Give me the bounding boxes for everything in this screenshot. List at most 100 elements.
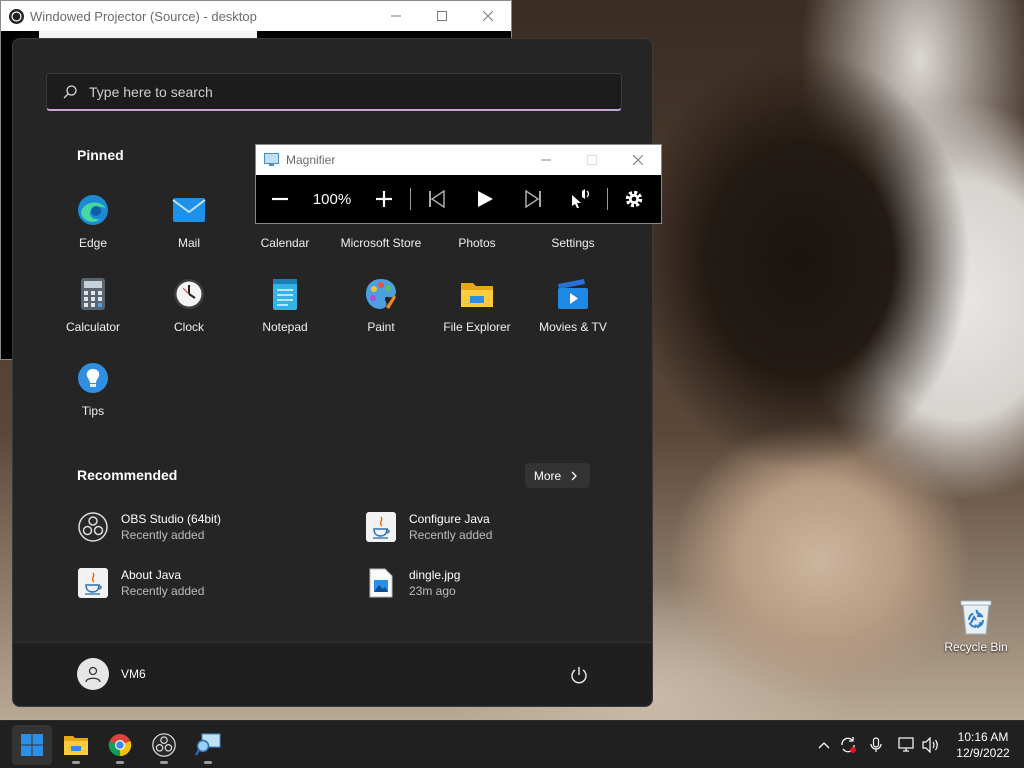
pinned-app-label: File Explorer: [443, 320, 511, 334]
taskbar-obs[interactable]: [144, 725, 184, 765]
maximize-icon: [437, 11, 447, 21]
recommended-subtext: Recently added: [121, 528, 205, 542]
recycle-bin-label: Recycle Bin: [944, 640, 1008, 654]
read-aloud-icon: [572, 189, 590, 208]
movies-icon: [556, 277, 590, 311]
power-icon: [571, 667, 587, 684]
recommended-item-obs[interactable]: OBS Studio (64bit) Recently added: [77, 511, 221, 543]
recycle-bin-shortcut[interactable]: Recycle Bin: [940, 596, 1012, 654]
running-indicator: [72, 761, 80, 764]
search-icon: [63, 84, 77, 98]
pinned-app-label: Tips: [81, 404, 105, 418]
sync-icon: [841, 737, 856, 753]
magnifier-maximize-button[interactable]: [569, 145, 615, 175]
clock-time: 10:16 AM: [957, 730, 1009, 744]
folder-icon: [460, 277, 494, 311]
chevron-up-icon: [818, 742, 830, 749]
zoom-level: 100%: [312, 190, 352, 208]
magnifier-window[interactable]: Magnifier 100%: [255, 144, 662, 224]
recommended-name: dingle.jpg: [409, 568, 461, 582]
start-button[interactable]: [12, 725, 52, 765]
recommended-subtext: Recently added: [121, 584, 205, 598]
more-button[interactable]: More: [525, 463, 590, 488]
obs-icon: [152, 733, 176, 757]
magnifier-close-button[interactable]: [615, 145, 661, 175]
network-icon: [898, 737, 914, 752]
obs-icon: [9, 8, 24, 24]
edge-icon: [76, 193, 110, 227]
notepad-icon: [268, 277, 302, 311]
paint-icon: [364, 277, 398, 311]
chrome-icon: [108, 734, 132, 757]
minimize-button[interactable]: [373, 1, 419, 31]
microphone-icon: [870, 737, 882, 752]
minus-icon: [272, 197, 288, 201]
show-hidden-icons-button[interactable]: [814, 721, 834, 768]
recommended-item-configure-java[interactable]: Configure Java Recently added: [365, 511, 492, 543]
toolbar-divider: [410, 188, 411, 210]
pinned-app-calculator[interactable]: Calculator: [45, 273, 141, 345]
previous-paragraph-button[interactable]: [413, 175, 461, 223]
search-box[interactable]: [46, 73, 622, 111]
obs-icon: [77, 511, 109, 543]
start-footer: VM6: [13, 642, 652, 706]
pinned-app-label: Mail: [177, 236, 200, 250]
read-play-button[interactable]: [461, 175, 509, 223]
microphone-button[interactable]: [866, 721, 886, 768]
magnifier-settings-button[interactable]: [610, 175, 658, 223]
pinned-app-edge[interactable]: Edge: [45, 189, 141, 261]
java-icon: [77, 567, 109, 599]
projector-titlebar[interactable]: Windowed Projector (Source) - desktop: [1, 1, 511, 31]
close-button[interactable]: [465, 1, 511, 31]
next-paragraph-button[interactable]: [509, 175, 557, 223]
minimize-icon: [391, 15, 401, 17]
search-input[interactable]: [89, 83, 589, 100]
recommended-item-dingle-jpg[interactable]: dingle.jpg 23m ago: [365, 567, 460, 599]
clock-date: 12/9/2022: [956, 746, 1010, 760]
power-button[interactable]: [569, 665, 589, 685]
recommended-name: Configure Java: [409, 512, 490, 526]
volume-icon: [922, 737, 938, 753]
pinned-app-tips[interactable]: Tips: [45, 357, 141, 429]
avatar: [77, 658, 109, 690]
taskbar-chrome[interactable]: [100, 725, 140, 765]
magnifier-app-icon: [195, 733, 221, 756]
pinned-app-notepad[interactable]: Notepad: [237, 273, 333, 345]
volume-button[interactable]: [920, 721, 942, 768]
plus-icon: [376, 191, 392, 207]
close-icon: [483, 11, 493, 21]
magnifier-titlebar[interactable]: Magnifier: [256, 145, 661, 175]
sync-status-button[interactable]: [838, 721, 858, 768]
user-account-button[interactable]: VM6: [77, 658, 146, 690]
pinned-app-movies-tv[interactable]: Movies & TV: [525, 273, 621, 345]
taskbar-magnifier[interactable]: [188, 725, 228, 765]
recommended-name: OBS Studio (64bit): [121, 512, 222, 526]
java-icon: [365, 511, 397, 543]
skip-back-icon: [429, 190, 445, 208]
play-icon: [478, 191, 493, 207]
taskbar-file-explorer[interactable]: [56, 725, 96, 765]
folder-icon: [64, 736, 88, 755]
magnifier-minimize-button[interactable]: [523, 145, 569, 175]
pinned-app-file-explorer[interactable]: File Explorer: [429, 273, 525, 345]
pinned-app-paint[interactable]: Paint: [333, 273, 429, 345]
taskbar-clock[interactable]: 10:16 AM 12/9/2022: [948, 729, 1018, 761]
zoom-out-button[interactable]: [256, 175, 304, 223]
user-icon: [85, 666, 101, 683]
pinned-app-clock[interactable]: Clock: [141, 273, 237, 345]
recommended-item-about-java[interactable]: About Java Recently added: [77, 567, 204, 599]
start-menu[interactable]: Pinned Edge Mail Calendar Microsoft Stor…: [12, 38, 653, 707]
pinned-app-label: Settings: [551, 236, 595, 250]
windows-logo-icon: [21, 734, 43, 756]
tips-icon: [76, 361, 110, 395]
pinned-app-label: Calculator: [65, 320, 121, 334]
gear-icon: [625, 190, 643, 208]
network-button[interactable]: [896, 721, 918, 768]
zoom-in-button[interactable]: [360, 175, 408, 223]
pinned-app-mail[interactable]: Mail: [141, 189, 237, 261]
maximize-button[interactable]: [419, 1, 465, 31]
pinned-app-label: Calendar: [260, 236, 310, 250]
read-from-here-button[interactable]: [557, 175, 605, 223]
magnifier-app-icon: [264, 153, 279, 166]
skip-forward-icon: [525, 190, 541, 208]
